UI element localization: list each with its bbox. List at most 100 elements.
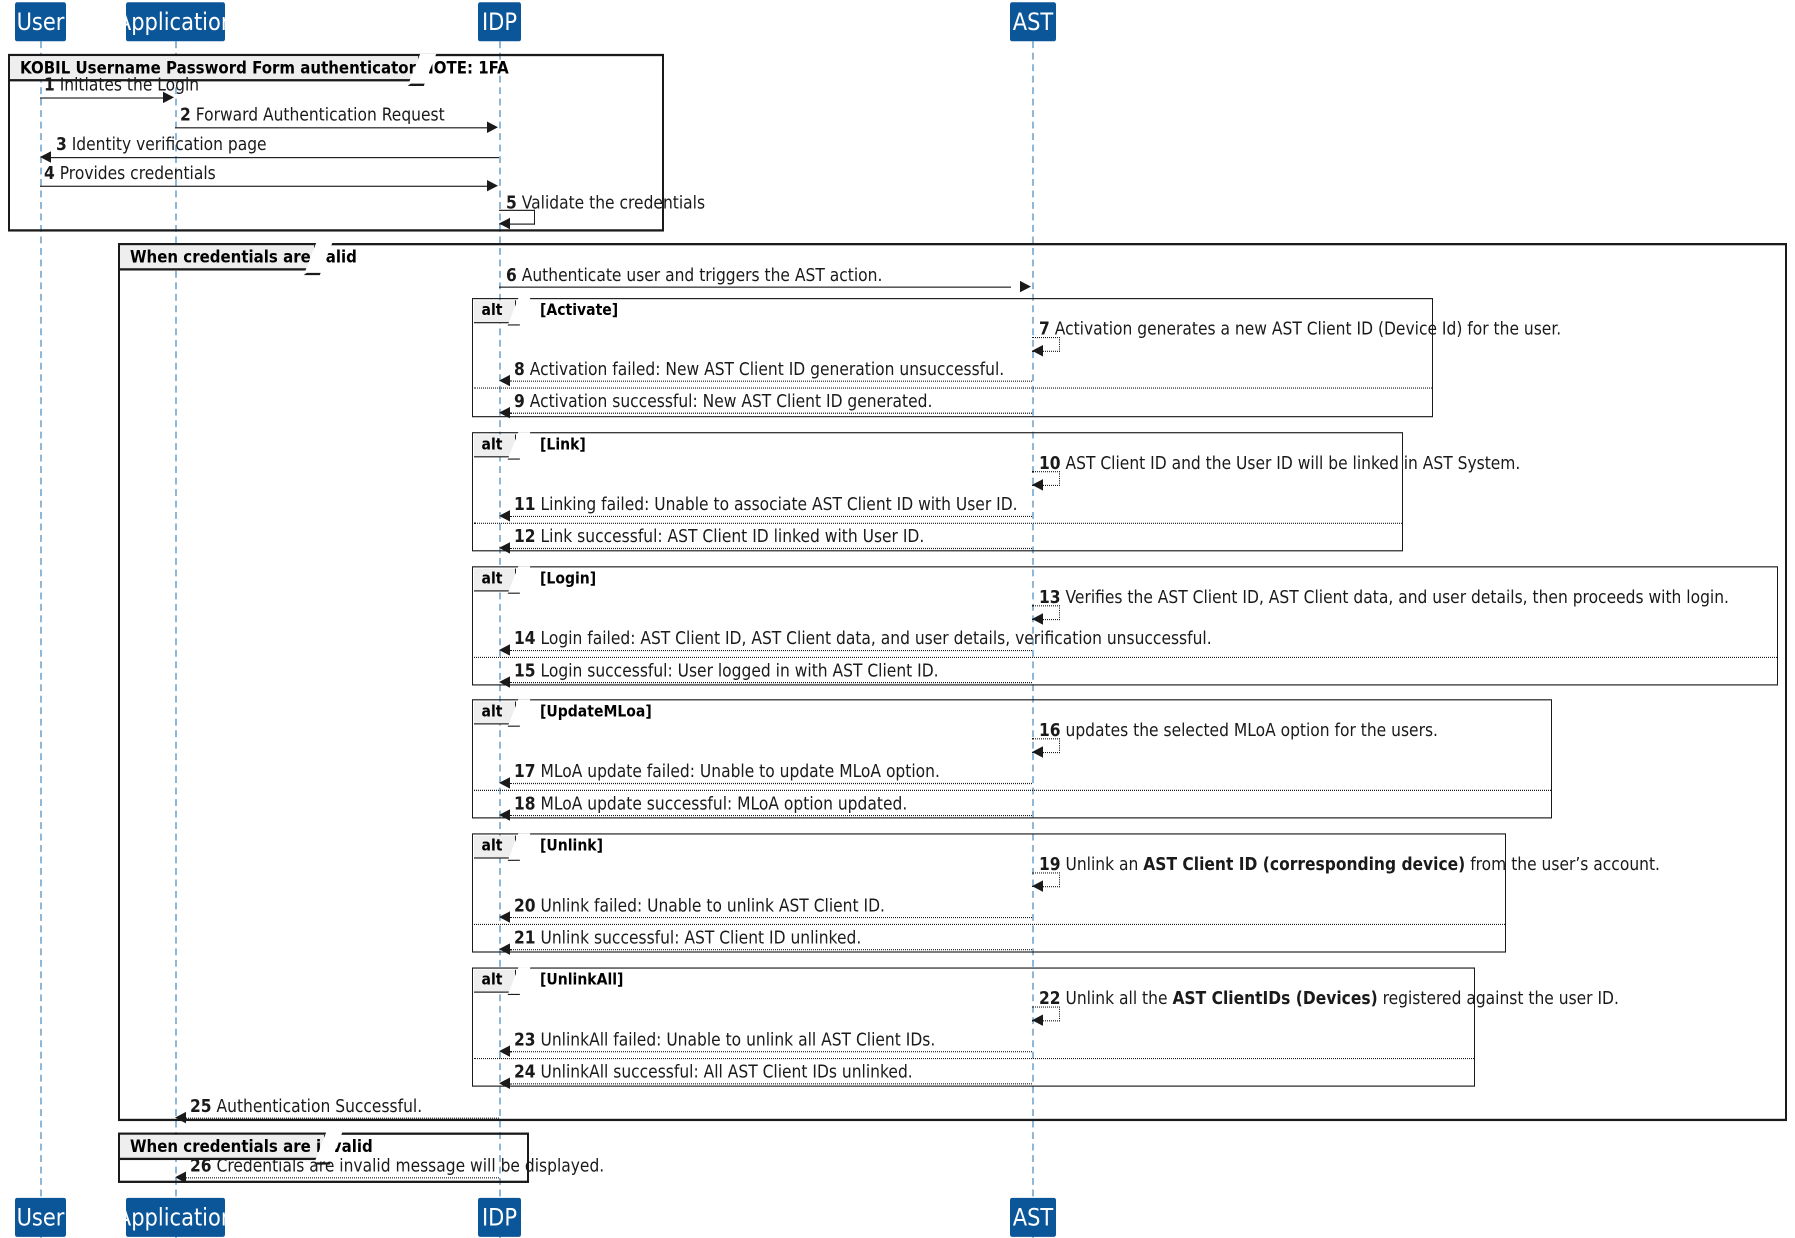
message-16-arrowhead [1032, 746, 1043, 758]
alt-tag-text: alt [481, 836, 503, 856]
message-9-line [510, 412, 1032, 414]
fragment-alt-login-condition: [Login] [540, 569, 597, 589]
fragment-alt-updatemloa-divider [473, 789, 1551, 791]
fragment-alt-link-divider [473, 522, 1402, 524]
fragment-alt-link-tag: alt [473, 433, 516, 457]
participant-label: Application [116, 1203, 235, 1231]
message-9-text: 9 Activation successful: New AST Client … [514, 390, 933, 412]
message-21-line [510, 949, 1032, 951]
fragment-alt-activate-tag: alt [473, 299, 516, 323]
participant-idp-top[interactable]: IDP [478, 2, 521, 42]
message-15-text: 15 Login successful: User logged in with… [514, 660, 939, 681]
message-11-arrowhead [499, 510, 510, 522]
participant-label: AST [1012, 1203, 1054, 1231]
message-12-arrowhead [499, 542, 510, 554]
message-20-arrowhead [499, 911, 510, 923]
participant-label: IDP [481, 7, 518, 35]
message-24-arrowhead [499, 1077, 510, 1089]
message-1-arrowhead [163, 91, 174, 104]
message-16-text: 16 updates the selected MLoA option for … [1039, 719, 1438, 741]
message-26-text: 26 Credentials are invalid message will … [190, 1155, 605, 1177]
participant-idp-bottom[interactable]: IDP [478, 1197, 521, 1237]
fragment-alt-updatemloa-tag: alt [473, 700, 516, 724]
message-14-arrowhead [499, 644, 510, 656]
fragment-alt-link-condition: [Link] [540, 435, 586, 454]
alt-tag-text: alt [481, 702, 503, 722]
message-21-text: 21 Unlink successful: AST Client ID unli… [514, 927, 862, 948]
message-19-arrowhead [1032, 880, 1043, 892]
message-8-arrowhead [499, 374, 510, 387]
message-22-emphasis: AST ClientIDs (Devices) [1172, 988, 1378, 1009]
fragment-alt-activate-divider [473, 387, 1432, 389]
message-17-text: 17 MLoA update failed: Unable to update … [514, 761, 940, 782]
alt-tag-text: alt [481, 301, 503, 320]
message-26-line [186, 1177, 499, 1179]
participant-user-top[interactable]: User [15, 2, 66, 42]
message-14-text: 14 Login failed: AST Client ID, AST Clie… [514, 628, 1212, 649]
message-4-text: 4 Provides credentials [44, 162, 216, 184]
message-11-text: 11 Linking failed: Unable to associate A… [514, 494, 1018, 515]
message-25-line [186, 1117, 499, 1119]
participant-label: Application [116, 7, 235, 35]
fragment-label-text: When credentials are invalid [130, 1135, 373, 1157]
message-9-arrowhead [499, 406, 510, 419]
message-8-text: 8 Activation failed: New AST Client ID g… [514, 358, 1005, 380]
fragment-alt-unlinkall-tag: alt [473, 969, 516, 993]
message-10-arrowhead [1032, 479, 1043, 491]
message-24-line [510, 1083, 1032, 1085]
message-4-arrowhead [487, 179, 498, 192]
message-23-arrowhead [499, 1045, 510, 1057]
participant-user-bottom[interactable]: User [15, 1197, 66, 1237]
sequence-diagram-canvas: User Application IDP AST KOBIL Username … [0, 0, 1795, 1238]
alt-tag-text: alt [481, 435, 503, 454]
participant-application-bottom[interactable]: Application [117, 1197, 234, 1237]
message-2-arrowhead [487, 121, 498, 133]
message-4-line [40, 185, 489, 187]
fragment-alt-activate-condition: [Activate] [540, 301, 619, 320]
message-12-text: 12 Link successful: AST Client ID linked… [514, 526, 925, 547]
message-10-text: 10 AST Client ID and the User ID will be… [1039, 452, 1521, 474]
fragment-valid-label: When credentials are valid [120, 245, 357, 271]
message-13-arrowhead [1032, 613, 1043, 625]
message-25-arrowhead [175, 1111, 186, 1124]
fragment-alt-updatemloa-condition: [UpdateMLoa] [540, 702, 652, 722]
message-18-line [510, 815, 1032, 817]
fragment-alt-login-tag: alt [473, 567, 516, 591]
message-20-line [510, 917, 1032, 919]
message-1-text: 1 Initiates the Login [44, 74, 200, 96]
message-23-text: 23 UnlinkAll failed: Unable to unlink al… [514, 1029, 936, 1051]
fragment-alt-unlinkall-condition: [UnlinkAll] [540, 970, 624, 990]
message-8-line [510, 380, 1032, 382]
message-19-emphasis: AST Client ID (corresponding device) [1143, 853, 1466, 875]
message-6-line [499, 286, 1011, 288]
message-5-text: 5 Validate the credentials [506, 192, 706, 214]
message-25-text: 25 Authentication Successful. [190, 1095, 423, 1117]
participant-ast-bottom[interactable]: AST [1010, 1197, 1056, 1237]
message-3-line [51, 157, 499, 159]
message-20-text: 20 Unlink failed: Unable to unlink AST C… [514, 895, 885, 916]
message-7-arrowhead [1032, 345, 1043, 357]
message-14-line [510, 649, 1032, 652]
message-26-arrowhead [175, 1171, 186, 1183]
alt-tag-text: alt [481, 970, 503, 990]
participant-label: IDP [481, 1203, 518, 1231]
message-7-text: 7 Activation generates a new AST Client … [1039, 318, 1562, 340]
message-1-line [40, 97, 165, 99]
message-15-line [510, 682, 1032, 684]
fragment-alt-unlinkall-divider [473, 1058, 1474, 1060]
participant-label: User [16, 1203, 65, 1231]
message-21-arrowhead [499, 943, 510, 955]
message-19-text: 19 Unlink an AST Client ID (correspondin… [1039, 853, 1660, 875]
message-3-text: 3 Identity verification page [56, 134, 267, 155]
participant-application-top[interactable]: Application [117, 2, 234, 42]
fragment-alt-login-divider [473, 656, 1777, 658]
message-11-line [510, 515, 1032, 517]
fragment-label-text: When credentials are valid [130, 245, 357, 267]
participant-ast-top[interactable]: AST [1010, 2, 1056, 42]
message-15-arrowhead [499, 676, 510, 688]
message-23-line [510, 1051, 1032, 1053]
message-6-text: 6 Authenticate user and triggers the AST… [506, 264, 883, 286]
message-5-arrowhead [499, 217, 510, 230]
message-18-arrowhead [499, 809, 510, 821]
fragment-alt-unlink-condition: [Unlink] [540, 836, 604, 856]
